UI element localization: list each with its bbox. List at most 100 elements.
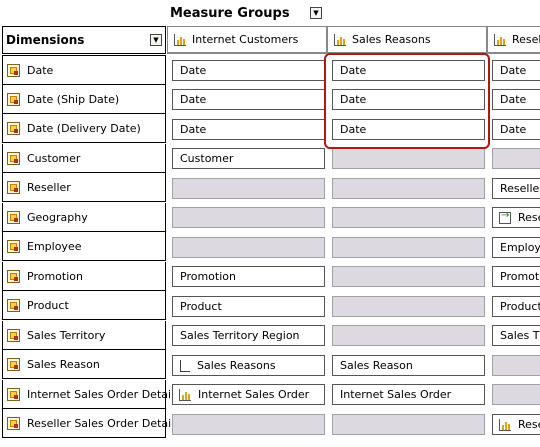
dimension-icon (7, 121, 20, 135)
empty-relationship-cell[interactable] (332, 414, 485, 435)
relationship-cell[interactable]: Date (172, 89, 325, 110)
fact-relationship-icon (499, 418, 511, 431)
relationship-cell[interactable]: Date (332, 60, 485, 81)
relationship-cell[interactable]: Sales Reasons (172, 355, 325, 376)
dimension-row[interactable]: Date (Delivery Date) (2, 114, 166, 143)
measure-group-icon (334, 33, 346, 46)
relationship-cell[interactable]: Date (172, 60, 325, 81)
dimensions-dropdown-button[interactable]: ▼ (150, 34, 162, 46)
relationship-cell-label: Date (340, 93, 367, 106)
relationship-cell-label: Promotion (180, 270, 236, 283)
relationship-cell[interactable]: Sales T (492, 325, 540, 346)
dimension-row[interactable]: Employee (2, 232, 166, 261)
empty-relationship-cell[interactable] (332, 296, 485, 317)
dimension-row[interactable]: Product (2, 291, 166, 320)
relationship-cell-label: Date (340, 123, 367, 136)
relationship-cell[interactable]: Employe (492, 237, 540, 258)
empty-relationship-cell[interactable] (332, 207, 485, 228)
dimension-label: Product (27, 298, 69, 312)
relationship-cell-label: Date (500, 64, 527, 77)
relationship-cell[interactable]: Rese (492, 207, 540, 228)
dimension-row[interactable]: Customer (2, 144, 166, 173)
relationship-cell[interactable]: Date (332, 119, 485, 140)
measure-group-header-internet-customers[interactable]: Internet Customers (167, 26, 327, 54)
relationship-cell-label: Internet Sales Order (340, 388, 452, 401)
empty-relationship-cell[interactable] (172, 178, 325, 199)
empty-relationship-cell[interactable] (172, 414, 325, 435)
dimension-row[interactable]: Date (Ship Date) (2, 85, 166, 114)
dimension-label: Reseller Sales Order Details (27, 416, 180, 430)
reference-arrow-icon (499, 210, 511, 224)
dimension-icon (7, 328, 20, 342)
relationship-cell[interactable]: Sales Reason (332, 355, 485, 376)
dimension-label: Date (27, 63, 54, 77)
dimension-row[interactable]: Promotion (2, 262, 166, 291)
measure-groups-title: Measure Groups (170, 6, 290, 21)
dimension-label: Customer (27, 151, 81, 165)
empty-relationship-cell[interactable] (492, 148, 540, 169)
measure-groups-dropdown-button[interactable]: ▼ (310, 7, 322, 19)
relationship-cell-label: Date (180, 123, 207, 136)
empty-relationship-cell[interactable] (332, 178, 485, 199)
dimension-label: Employee (27, 239, 82, 253)
dimension-row[interactable]: Date (2, 55, 166, 85)
dimension-label: Geography (27, 210, 88, 224)
relationship-cell[interactable]: Customer (172, 148, 325, 169)
relationship-cell-label: Customer (180, 152, 234, 165)
relationship-cell-label: Sales T (500, 329, 540, 342)
empty-relationship-cell[interactable] (332, 148, 485, 169)
dimension-label: Date (Delivery Date) (27, 121, 141, 135)
dimension-label: Date (Ship Date) (27, 92, 120, 106)
relationship-cell[interactable]: Date (492, 119, 540, 140)
dimension-icon (7, 180, 20, 194)
relationship-cell-label: Date (500, 123, 527, 136)
dimension-icon (7, 239, 20, 253)
empty-relationship-cell[interactable] (332, 325, 485, 346)
dimension-label: Sales Territory (27, 328, 106, 342)
relationship-cell[interactable]: Promotio (492, 266, 540, 287)
dimension-icon (7, 298, 20, 312)
relationship-cell-label: Date (180, 93, 207, 106)
relationship-cell-label: Date (180, 64, 207, 77)
dimension-icon (7, 269, 20, 283)
relationship-cell-label: Promotio (500, 270, 540, 283)
relationship-cell[interactable]: Rese (492, 414, 540, 435)
empty-relationship-cell[interactable] (492, 355, 540, 376)
dimension-row[interactable]: Reseller Sales Order Details (2, 409, 180, 438)
dimension-row[interactable]: Sales Territory (2, 321, 166, 350)
referenced-relationship-icon (179, 359, 191, 372)
relationship-cell[interactable]: Reseller (492, 178, 540, 199)
relationship-cell[interactable]: Date (492, 60, 540, 81)
dimension-icon (7, 63, 20, 77)
measure-group-header-resel[interactable]: Resel (487, 26, 540, 54)
empty-relationship-cell[interactable] (332, 237, 485, 258)
relationship-cell[interactable]: Date (332, 89, 485, 110)
relationship-cell[interactable]: Promotion (172, 266, 325, 287)
dimension-row[interactable]: Sales Reason (2, 350, 166, 379)
dimensions-header-label: Dimensions (6, 33, 85, 47)
empty-relationship-cell[interactable] (172, 237, 325, 258)
relationship-cell[interactable]: Date (492, 89, 540, 110)
measure-group-icon (494, 33, 506, 46)
empty-relationship-cell[interactable] (172, 207, 325, 228)
relationship-cell-label: Product (500, 300, 540, 313)
dimension-row[interactable]: Geography (2, 203, 166, 232)
dimensions-header: Dimensions ▼ (2, 26, 166, 54)
measure-group-header-sales-reasons[interactable]: Sales Reasons (327, 26, 487, 54)
relationship-cell[interactable]: Internet Sales Order (332, 384, 485, 405)
dimension-row[interactable]: Reseller (2, 173, 166, 202)
relationship-cell[interactable]: Date (172, 119, 325, 140)
relationship-cell[interactable]: Internet Sales Order (172, 384, 325, 405)
dimension-row[interactable]: Internet Sales Order Details (2, 380, 180, 409)
dimension-label: Sales Reason (27, 357, 100, 371)
relationship-cell-label: Product (180, 300, 222, 313)
relationship-cell[interactable]: Product (492, 296, 540, 317)
relationship-cell-label: Sales Reason (340, 359, 413, 372)
relationship-cell[interactable]: Product (172, 296, 325, 317)
relationship-cell[interactable]: Sales Territory Region (172, 325, 325, 346)
empty-relationship-cell[interactable] (332, 266, 485, 287)
empty-relationship-cell[interactable] (492, 384, 540, 405)
measure-group-label: Sales Reasons (352, 33, 431, 46)
dimension-label: Internet Sales Order Details (27, 387, 180, 401)
measure-group-label: Resel (512, 33, 540, 46)
